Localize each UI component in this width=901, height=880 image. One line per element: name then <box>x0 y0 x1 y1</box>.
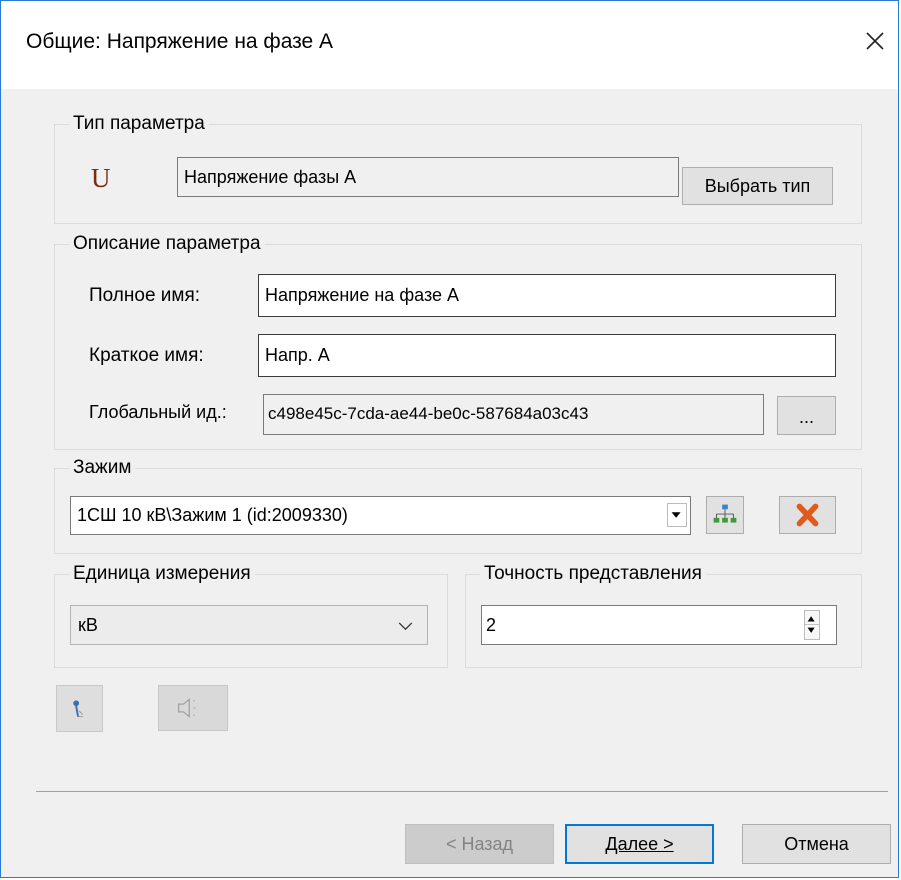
clamp-combobox[interactable]: 1СШ 10 кВ\Зажим 1 (id:2009330) <box>70 496 691 535</box>
speaker-icon <box>178 698 196 718</box>
clamp-group: Зажим 1СШ 10 кВ\Зажим 1 (id:2009330) <box>54 455 862 554</box>
full-name-input[interactable]: Напряжение на фазе А <box>258 274 836 317</box>
parameter-dialog: Общие: Напряжение на фазе А Тип параметр… <box>0 0 899 878</box>
unit-legend: Единица измерения <box>69 561 255 587</box>
browse-id-button[interactable]: ... <box>777 396 836 435</box>
param-type-field: Напряжение фазы А <box>177 157 679 197</box>
global-id-field: c498e45c-7cda-ae44-be0c-587684a03c43 <box>263 394 764 435</box>
next-button-label: Далее > <box>605 834 674 854</box>
full-name-label: Полное имя: <box>89 285 201 306</box>
param-description-group: Описание параметра Полное имя: Напряжени… <box>54 231 862 450</box>
precision-legend: Точность представления <box>480 561 706 587</box>
unit-select-value: кВ <box>78 615 98 635</box>
unit-group: Единица измерения кВ <box>54 561 448 668</box>
delete-icon <box>796 503 819 527</box>
back-button[interactable]: < Назад <box>405 824 554 864</box>
cancel-button[interactable]: Отмена <box>742 824 891 864</box>
sound-alarm-button[interactable] <box>158 685 228 731</box>
param-description-legend: Описание параметра <box>69 231 265 257</box>
footer-divider <box>36 791 888 792</box>
param-type-legend: Тип параметра <box>69 111 209 137</box>
close-icon <box>866 32 884 50</box>
probe-icon <box>73 700 84 718</box>
clamp-tree-button[interactable] <box>706 496 744 534</box>
precision-stepper[interactable] <box>804 610 820 640</box>
param-type-group: Тип параметра U Напряжение фазы А Выбрат… <box>54 111 862 224</box>
chevron-down-icon <box>398 622 413 631</box>
title-bar: Общие: Напряжение на фазе А <box>1 1 898 89</box>
short-name-input[interactable]: Напр. А <box>258 334 836 377</box>
short-name-label: Краткое имя: <box>89 345 204 366</box>
precision-input[interactable]: 2 <box>481 605 837 645</box>
close-button[interactable] <box>857 23 893 59</box>
clamp-combobox-value: 1СШ 10 кВ\Зажим 1 (id:2009330) <box>77 505 348 525</box>
clamp-clear-button[interactable] <box>779 496 836 534</box>
measurement-tool-button[interactable] <box>56 685 103 732</box>
clamp-legend: Зажим <box>69 455 136 481</box>
window-title: Общие: Напряжение на фазе А <box>26 30 334 53</box>
voltage-type-icon: U <box>91 163 111 193</box>
next-button[interactable]: Далее > <box>565 824 714 864</box>
select-type-button[interactable]: Выбрать тип <box>682 167 833 205</box>
precision-group: Точность представления 2 <box>465 561 862 668</box>
clamp-dropdown-button[interactable] <box>667 503 687 527</box>
global-id-label: Глобальный ид.: <box>89 402 227 422</box>
stepper-arrows-icon <box>805 616 819 633</box>
unit-select[interactable]: кВ <box>70 605 428 645</box>
dropdown-arrow-icon <box>671 512 681 518</box>
tree-structure-icon <box>713 504 737 523</box>
